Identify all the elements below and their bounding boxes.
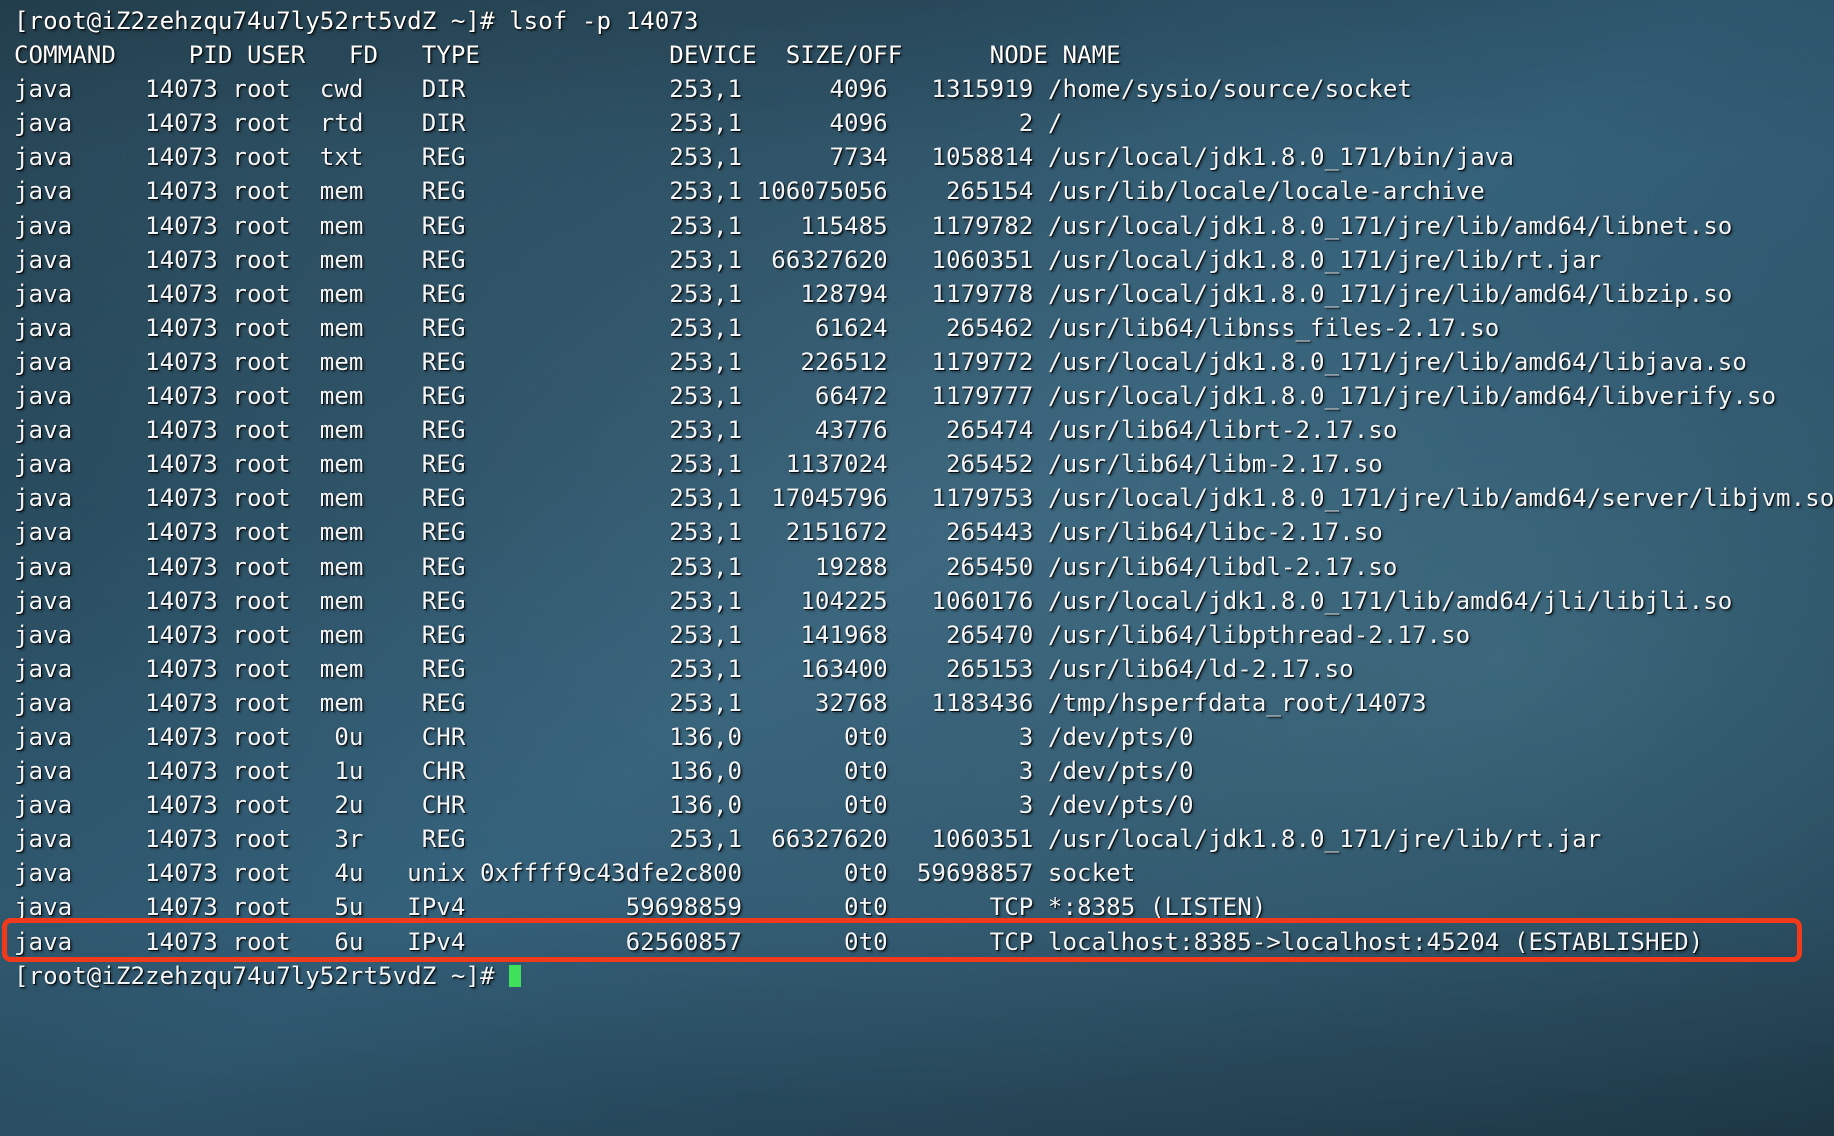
lsof-row-highlighted: java 14073 root 6u IPv4 62560857 0t0 TCP… <box>2 917 1834 962</box>
lsof-row: java 14073 root 5u IPv4 59698859 0t0 TCP… <box>14 893 1267 922</box>
lsof-row: java 14073 root cwd DIR 253,1 4096 13159… <box>14 75 1412 104</box>
lsof-row: java 14073 root 2u CHR 136,0 0t0 3 /dev/… <box>14 791 1194 820</box>
lsof-row: java 14073 root rtd DIR 253,1 4096 2 / <box>14 109 1063 138</box>
next-prompt-line: [root@iZ2zehzqu74u7ly52rt5vdZ ~]# <box>14 959 1834 993</box>
terminal-window[interactable]: [root@iZ2zehzqu74u7ly52rt5vdZ ~]# lsof -… <box>0 0 1834 1136</box>
lsof-row: java 14073 root mem REG 253,1 32768 1183… <box>14 688 1427 717</box>
lsof-row: java 14073 root 0u CHR 136,0 0t0 3 /dev/… <box>14 722 1194 751</box>
lsof-row: java 14073 root mem REG 253,1 17045796 1… <box>14 484 1834 513</box>
lsof-column-header: COMMAND PID USER FD TYPE DEVICE SIZE/OFF… <box>14 41 1121 70</box>
next-prompt-text: [root@iZ2zehzqu74u7ly52rt5vdZ ~]# <box>14 961 510 990</box>
lsof-row: java 14073 root mem REG 253,1 163400 265… <box>14 654 1354 683</box>
text-cursor <box>509 964 522 987</box>
lsof-row: java 14073 root mem REG 253,1 106075056 … <box>14 177 1485 206</box>
lsof-row: java 14073 root mem REG 253,1 66327620 1… <box>14 245 1602 274</box>
lsof-row: java 14073 root mem REG 253,1 61624 2654… <box>14 313 1500 342</box>
lsof-row: java 14073 root 4u unix 0xffff9c43dfe2c8… <box>14 859 1136 888</box>
lsof-row: java 14073 root mem REG 253,1 104225 106… <box>14 586 1733 615</box>
red-highlight-box <box>2 917 1802 962</box>
lsof-row: java 14073 root mem REG 253,1 141968 265… <box>14 620 1471 649</box>
lsof-output-rows: java 14073 root cwd DIR 253,1 4096 13159… <box>2 72 1834 962</box>
terminal-screen[interactable]: [root@iZ2zehzqu74u7ly52rt5vdZ ~]# lsof -… <box>0 0 1834 993</box>
lsof-row: java 14073 root txt REG 253,1 7734 10588… <box>14 143 1514 172</box>
lsof-row: java 14073 root mem REG 253,1 115485 117… <box>14 211 1733 240</box>
lsof-row: java 14073 root mem REG 253,1 2151672 26… <box>14 518 1383 547</box>
lsof-row: java 14073 root mem REG 253,1 19288 2654… <box>14 552 1398 581</box>
lsof-row: java 14073 root 1u CHR 136,0 0t0 3 /dev/… <box>14 757 1194 786</box>
lsof-row: java 14073 root mem REG 253,1 1137024 26… <box>14 450 1383 479</box>
lsof-row: java 14073 root mem REG 253,1 128794 117… <box>14 279 1733 308</box>
command-prompt-line: [root@iZ2zehzqu74u7ly52rt5vdZ ~]# lsof -… <box>14 7 699 35</box>
lsof-row: java 14073 root mem REG 253,1 66472 1179… <box>14 382 1777 411</box>
lsof-row: java 14073 root mem REG 253,1 43776 2654… <box>14 416 1398 445</box>
lsof-row: java 14073 root 3r REG 253,1 66327620 10… <box>14 825 1602 854</box>
lsof-row: java 14073 root mem REG 253,1 226512 117… <box>14 347 1747 376</box>
